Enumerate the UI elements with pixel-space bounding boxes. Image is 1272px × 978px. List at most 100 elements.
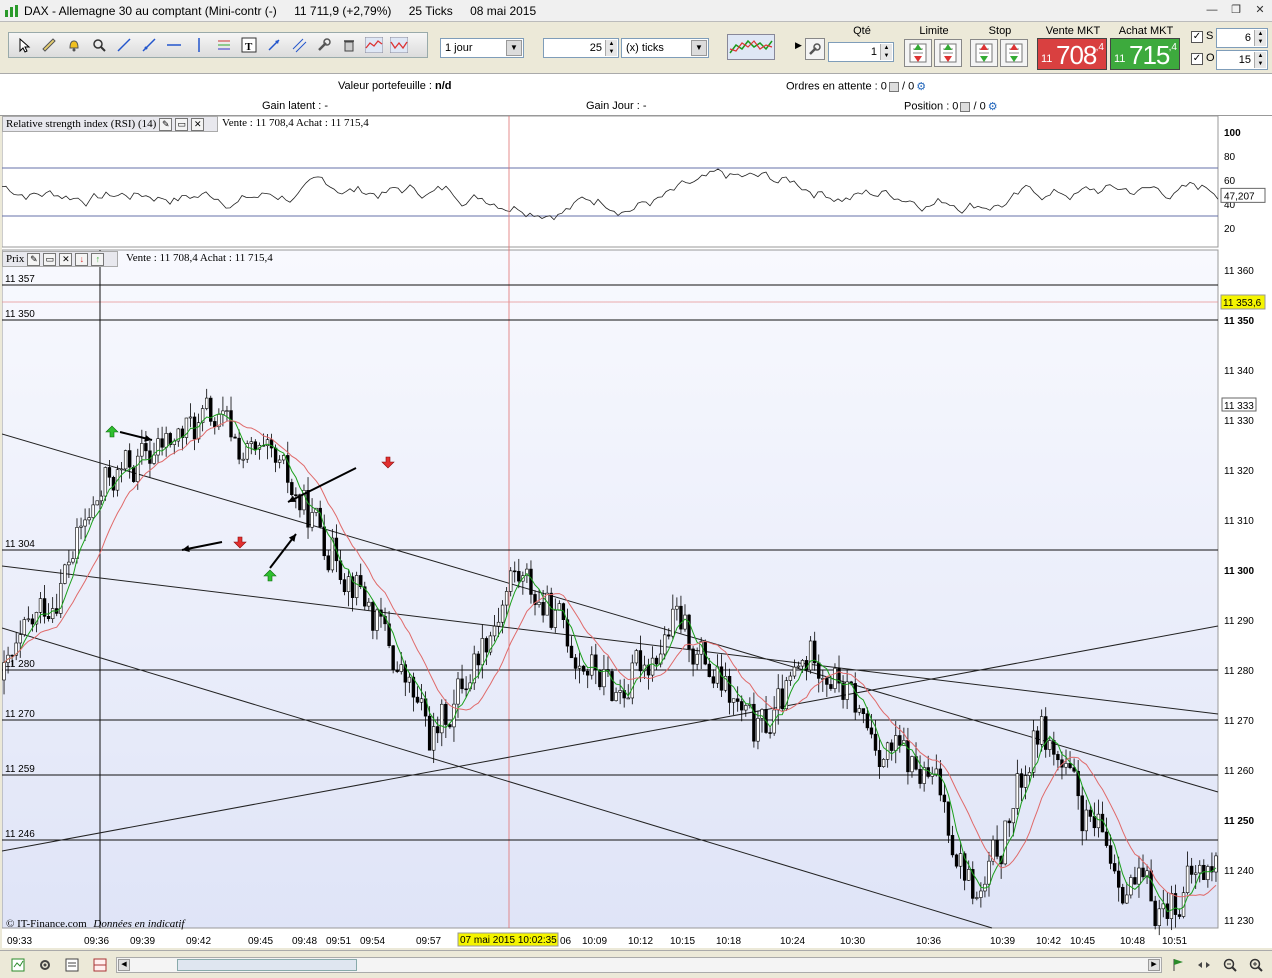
arrow-tool-icon[interactable] xyxy=(263,34,285,56)
pointer-icon[interactable] xyxy=(13,34,35,56)
ticks-unit-value: (x) ticks xyxy=(626,42,664,54)
price-axis-label: 11 310 xyxy=(1224,516,1254,527)
ticks-unit-select[interactable]: (x) ticks ▼ xyxy=(621,38,709,58)
zoom-fit-icon[interactable] xyxy=(8,956,28,974)
candle-body xyxy=(553,610,557,628)
stop-buy-button[interactable] xyxy=(970,39,998,67)
candle-body xyxy=(1084,809,1088,832)
zoom-icon[interactable] xyxy=(88,34,110,56)
scroll-thumb[interactable] xyxy=(177,959,357,971)
candle-body xyxy=(1153,900,1157,926)
tools-settings-icon[interactable] xyxy=(313,34,335,56)
pending-orders-sep: / 0 xyxy=(901,80,915,93)
window-icon[interactable]: ▭ xyxy=(175,117,189,131)
candle-body xyxy=(1015,773,1020,809)
properties-icon[interactable] xyxy=(62,956,82,974)
scroll-left-icon[interactable]: ◀ xyxy=(118,959,130,971)
gear-icon[interactable]: ⚙ xyxy=(916,80,926,93)
o-label: O xyxy=(1206,52,1215,64)
minimize-icon[interactable]: — xyxy=(1204,3,1220,17)
candle-body xyxy=(614,692,618,701)
ticks-spinner-icon[interactable]: ▲ ▼ xyxy=(605,40,617,56)
order-settings-button[interactable] xyxy=(805,38,825,60)
collapse-arrow-icon[interactable]: ▶ xyxy=(795,40,802,51)
pending-orders-icon[interactable] xyxy=(888,81,899,92)
candle-body xyxy=(796,665,801,668)
limit-buy-button[interactable] xyxy=(904,39,932,67)
chart-canvas[interactable]: 11 357 11 350 11 304 11 280 11 270 11 259 11 2… xyxy=(1,115,1272,948)
candle-body xyxy=(1027,771,1032,776)
chart-type-button[interactable] xyxy=(727,34,775,60)
zoom-out-icon[interactable] xyxy=(1220,956,1240,974)
window-icon[interactable]: ▭ xyxy=(43,252,57,266)
candle-body xyxy=(517,570,521,582)
channel-icon[interactable] xyxy=(288,34,310,56)
candle-body xyxy=(136,455,140,482)
scroll-right-icon[interactable]: ▶ xyxy=(1148,959,1160,971)
period-select[interactable]: 1 jour ▼ xyxy=(440,38,524,58)
chart-area[interactable]: 11 357 11 350 11 304 11 280 11 270 11 259 11 2… xyxy=(1,115,1272,948)
layout-icon[interactable] xyxy=(90,956,110,974)
trash-icon[interactable] xyxy=(338,34,360,56)
chevron-down-icon[interactable]: ▼ xyxy=(691,40,707,56)
candle-body xyxy=(156,438,160,456)
ray-line-icon[interactable] xyxy=(138,34,160,56)
alert-bell-icon[interactable] xyxy=(63,34,85,56)
chevron-down-icon[interactable]: ▼ xyxy=(506,40,522,56)
time-axis-label: 10:12 xyxy=(628,936,653,947)
account-info-bar: Valeur portefeuille : n/d Ordres en atte… xyxy=(0,74,1272,116)
settings-gear-icon[interactable] xyxy=(35,956,55,974)
fibonacci-icon[interactable] xyxy=(213,34,235,56)
wrench-icon[interactable]: ✎ xyxy=(27,252,41,266)
close-icon[interactable]: ✕ xyxy=(1252,3,1268,17)
qty-input[interactable]: 1 ▲ ▼ xyxy=(828,42,894,62)
horizontal-scrollbar[interactable]: ◀ ▶ xyxy=(116,957,1162,973)
s-input[interactable]: 6 ▲ ▼ xyxy=(1216,28,1268,48)
trendline-icon[interactable] xyxy=(113,34,135,56)
overlay-icon[interactable] xyxy=(388,34,410,56)
position-icon[interactable] xyxy=(960,101,971,112)
s-spinner-icon[interactable]: ▲ ▼ xyxy=(1254,30,1266,46)
title-price: 11 711,9 (+2,79%) xyxy=(294,3,392,18)
candle-body xyxy=(448,724,452,728)
o-checkbox[interactable]: ✓ xyxy=(1191,53,1203,65)
indicator-icon[interactable] xyxy=(363,34,385,56)
candle-body xyxy=(987,860,991,885)
vertical-line-icon[interactable] xyxy=(188,34,210,56)
candle-body xyxy=(610,671,614,701)
restore-icon[interactable]: ❐ xyxy=(1228,3,1244,17)
candle-body xyxy=(375,609,379,631)
candle-body xyxy=(290,482,294,495)
s-label: S xyxy=(1206,30,1214,42)
sell-arrow-icon[interactable]: ↓ xyxy=(75,252,89,266)
sell-market-button[interactable]: 11 708 ,4 xyxy=(1037,38,1107,70)
wrench-icon[interactable]: ✎ xyxy=(159,117,173,131)
stop-sell-button[interactable] xyxy=(1000,39,1028,67)
price-axis-label: 11 350 xyxy=(1224,316,1254,327)
text-tool-icon[interactable]: T xyxy=(238,34,260,56)
buy-market-button[interactable]: 11 715 ,4 xyxy=(1110,38,1180,70)
candle-body xyxy=(1116,870,1121,888)
gear-icon[interactable]: ⚙ xyxy=(988,100,998,113)
close-icon[interactable]: ✕ xyxy=(59,252,73,266)
candle-body xyxy=(26,618,31,621)
ruler-icon[interactable] xyxy=(38,34,60,56)
close-icon[interactable]: ✕ xyxy=(191,117,205,131)
s-checkbox[interactable]: ✓ xyxy=(1191,31,1203,43)
fit-width-icon[interactable] xyxy=(1194,956,1214,974)
candle-body xyxy=(140,443,144,457)
zoom-in-icon[interactable] xyxy=(1246,956,1266,974)
o-input[interactable]: 15 ▲ ▼ xyxy=(1216,50,1268,70)
candle-body xyxy=(444,703,448,725)
limit-sell-button[interactable] xyxy=(934,39,962,67)
candle-body xyxy=(1088,809,1093,817)
flag-icon[interactable] xyxy=(1168,956,1188,974)
horizontal-line-icon[interactable] xyxy=(163,34,185,56)
qty-spinner-icon[interactable]: ▲ ▼ xyxy=(880,44,892,60)
candle-body xyxy=(1052,740,1056,755)
buy-arrow-icon[interactable]: ↑ xyxy=(91,252,105,266)
ticks-count-input[interactable]: 25 ▲ ▼ xyxy=(543,38,619,58)
o-spinner-icon[interactable]: ▲ ▼ xyxy=(1254,52,1266,68)
candle-body xyxy=(79,525,83,528)
qty-label: Qté xyxy=(853,25,871,37)
